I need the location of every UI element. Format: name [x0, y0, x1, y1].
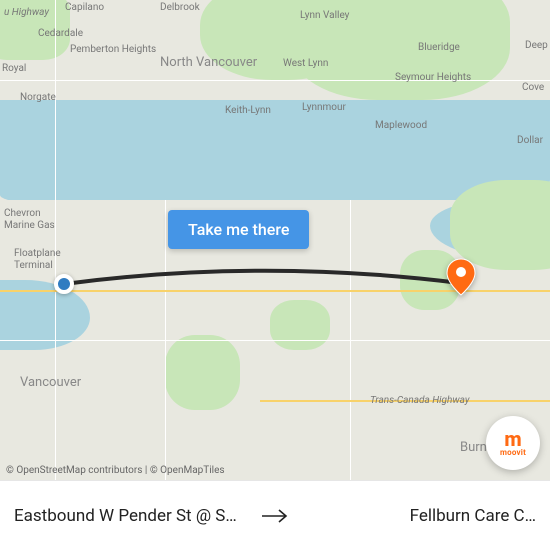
- map-label-deep: Deep: [525, 40, 548, 51]
- map-label-cedardale: Cedardale: [38, 28, 83, 39]
- route-bar: Eastbound W Pender St @ Sey… Fellburn Ca…: [0, 480, 550, 550]
- map-label-dollar: Dollar: [517, 135, 543, 146]
- map-label-cove: Cove: [522, 82, 544, 93]
- map-label-vancouver: Vancouver: [20, 375, 81, 390]
- attribution: © OpenStreetMap contributors | © OpenMap…: [6, 465, 225, 476]
- arrow-icon: [255, 508, 295, 524]
- map-label-norgate: Norgate: [20, 92, 56, 103]
- take-me-there-button[interactable]: Take me there: [168, 210, 309, 249]
- map-label-lynnmour: Lynnmour: [302, 102, 346, 113]
- map[interactable]: u Highway Capilano Delbrook Lynn Valley …: [0, 0, 550, 480]
- map-label-trans-canada: Trans-Canada Highway: [370, 395, 469, 406]
- map-label-keith-lynn: Keith-Lynn: [225, 105, 271, 116]
- moovit-logo-text: moovit: [500, 448, 526, 457]
- moovit-logo-icon: m: [504, 430, 521, 448]
- map-label-chevron: ChevronMarine Gas: [4, 208, 55, 232]
- map-label-lynn-valley: Lynn Valley: [300, 10, 349, 21]
- map-label-north-vancouver: North Vancouver: [160, 55, 257, 70]
- map-label-seymour: Seymour Heights: [395, 72, 471, 83]
- map-label-west-lynn: West Lynn: [283, 58, 328, 69]
- origin-marker[interactable]: [54, 274, 74, 294]
- map-label-royal: Royal: [2, 63, 26, 74]
- map-label-delbrook: Delbrook: [160, 2, 200, 13]
- origin-label[interactable]: Eastbound W Pender St @ Sey…: [0, 506, 255, 526]
- map-label-highway: u Highway: [4, 7, 49, 18]
- moovit-badge[interactable]: m moovit: [486, 416, 540, 470]
- destination-marker[interactable]: [446, 258, 476, 288]
- map-label-capilano: Capilano: [65, 2, 104, 13]
- map-label-maplewood: Maplewood: [375, 120, 427, 131]
- map-label-blueridge: Blueridge: [418, 42, 460, 53]
- destination-label[interactable]: Fellburn Care C…: [295, 506, 550, 526]
- map-label-floatplane: FloatplaneTerminal: [14, 248, 61, 272]
- map-label-pemberton: Pemberton Heights: [70, 44, 156, 55]
